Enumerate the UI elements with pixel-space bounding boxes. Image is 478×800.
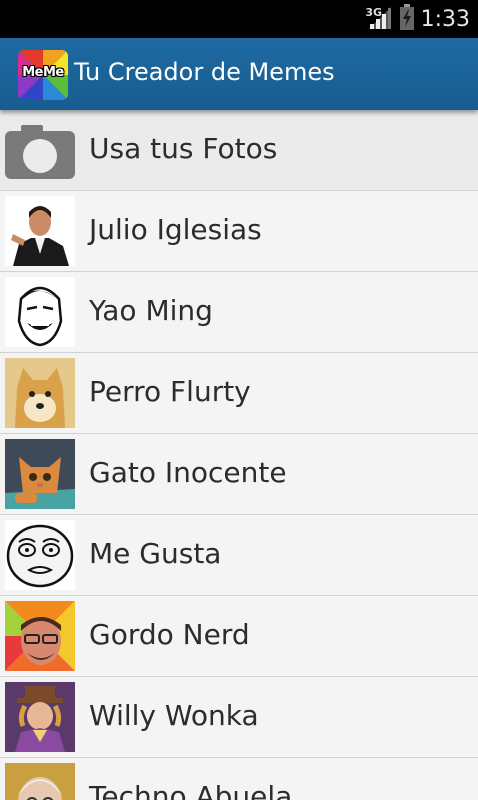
action-bar: MeMe Tu Creador de Memes bbox=[0, 38, 478, 110]
list-item-label: Perro Flurty bbox=[89, 375, 251, 408]
battery-icon bbox=[399, 4, 415, 34]
list-item-label: Gordo Nerd bbox=[89, 618, 250, 651]
status-icons: 1:33 bbox=[367, 0, 470, 38]
list-item-usa-tus-fotos[interactable]: Usa tus Fotos bbox=[0, 110, 478, 191]
list-item-willy-wonka[interactable]: Willy Wonka bbox=[0, 677, 478, 758]
list-item-julio-iglesias[interactable]: Julio Iglesias bbox=[0, 191, 478, 272]
app-screen: 3G 1:33 MeMe Tu Creador de Memes Usa tus… bbox=[0, 0, 478, 800]
list-item-me-gusta[interactable]: Me Gusta bbox=[0, 515, 478, 596]
list-item-perro-flurty[interactable]: Perro Flurty bbox=[0, 353, 478, 434]
gordo-nerd-thumbnail bbox=[5, 601, 75, 671]
camera-icon bbox=[5, 115, 75, 185]
list-item-gato-inocente[interactable]: Gato Inocente bbox=[0, 434, 478, 515]
clock: 1:33 bbox=[420, 6, 470, 32]
yao-ming-thumbnail bbox=[5, 277, 75, 347]
meme-template-list: Usa tus Fotos Julio Iglesias Yao Ming Pe… bbox=[0, 110, 478, 800]
list-item-techno-abuela[interactable]: Techno Abuela bbox=[0, 758, 478, 800]
list-item-gordo-nerd[interactable]: Gordo Nerd bbox=[0, 596, 478, 677]
list-item-label: Techno Abuela bbox=[89, 780, 293, 800]
list-item-label: Gato Inocente bbox=[89, 456, 287, 489]
me-gusta-thumbnail bbox=[5, 520, 75, 590]
list-item-label: Yao Ming bbox=[89, 294, 213, 327]
willy-wonka-thumbnail bbox=[5, 682, 75, 752]
list-item-label: Me Gusta bbox=[89, 537, 222, 570]
app-logo-text: MeMe bbox=[22, 65, 64, 80]
status-bar: 3G 1:33 bbox=[0, 0, 478, 38]
julio-iglesias-thumbnail bbox=[5, 196, 75, 266]
list-item-label: Willy Wonka bbox=[89, 699, 259, 732]
app-logo[interactable]: MeMe bbox=[18, 50, 68, 100]
techno-abuela-thumbnail bbox=[5, 763, 75, 800]
list-item-label: Usa tus Fotos bbox=[89, 132, 278, 165]
signal-icon bbox=[367, 5, 393, 33]
list-item-yao-ming[interactable]: Yao Ming bbox=[0, 272, 478, 353]
app-title: Tu Creador de Memes bbox=[74, 58, 335, 86]
list-item-label: Julio Iglesias bbox=[89, 213, 262, 246]
cat-thumbnail bbox=[5, 439, 75, 509]
doge-thumbnail bbox=[5, 358, 75, 428]
